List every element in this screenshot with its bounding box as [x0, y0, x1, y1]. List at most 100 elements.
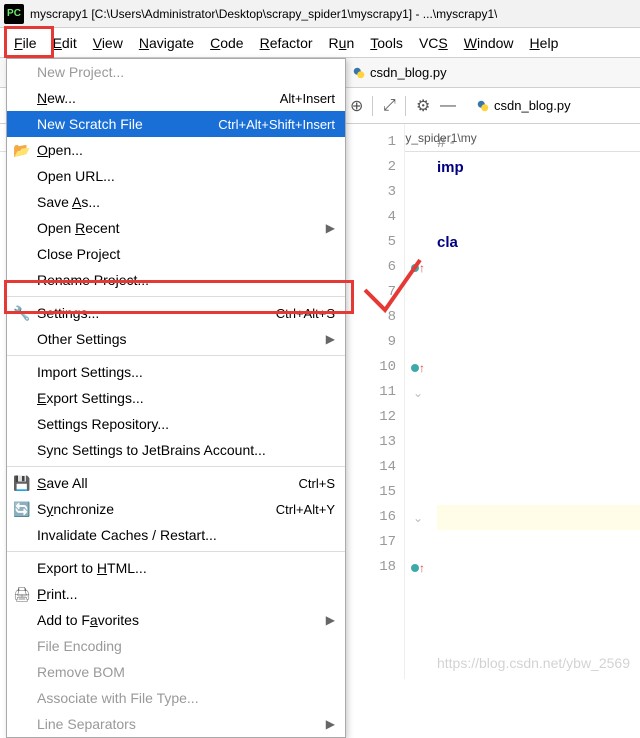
- menu-item-synchronize[interactable]: 🔄SynchronizeCtrl+Alt+Y: [7, 496, 345, 522]
- menu-run[interactable]: Run: [321, 31, 363, 55]
- gutter-icon-cell: ⌄: [405, 380, 431, 405]
- code-line: [437, 480, 640, 505]
- menu-item-icon: 📂: [13, 142, 29, 159]
- menu-item-rename-project[interactable]: Rename Project...: [7, 267, 345, 293]
- menu-item-add-to-favorites[interactable]: Add to Favorites ▶: [7, 607, 345, 633]
- menu-item-label: Close Project: [37, 246, 120, 262]
- line-number: 10: [345, 355, 396, 380]
- code-line: # -: [437, 130, 640, 155]
- pycharm-app-icon: PC: [4, 4, 24, 24]
- menu-item-file-encoding: File Encoding: [7, 633, 345, 659]
- menu-item-icon: 🔧: [13, 305, 29, 322]
- minimize-icon[interactable]: —: [434, 97, 458, 115]
- tab-csdn-blog[interactable]: csdn_blog.py: [344, 65, 455, 80]
- menu-item-open-url[interactable]: Open URL...: [7, 163, 345, 189]
- menu-item-label: Export to HTML...: [37, 560, 147, 576]
- menu-item-label: Add to Favorites: [37, 612, 139, 628]
- menu-code[interactable]: Code: [202, 31, 251, 55]
- line-number: 13: [345, 430, 396, 455]
- menu-shortcut: Alt+Insert: [280, 91, 335, 106]
- menu-item-label: Remove BOM: [37, 664, 125, 680]
- menu-item-label: Print...: [37, 586, 77, 602]
- menu-item-icon: 🔄: [13, 501, 29, 518]
- menu-refactor[interactable]: Refactor: [252, 31, 321, 55]
- line-number: 18: [345, 555, 396, 580]
- menu-item-new-scratch-file[interactable]: New Scratch File Ctrl+Alt+Shift+Insert: [7, 111, 345, 137]
- menu-item-sync-settings-to-jetbrains-account[interactable]: Sync Settings to JetBrains Account...: [7, 437, 345, 463]
- menu-help[interactable]: Help: [522, 31, 567, 55]
- watermark: https://blog.csdn.net/ybw_2569: [437, 655, 630, 671]
- gutter-icon-cell: [405, 130, 431, 155]
- gutter-icon-cell: [405, 230, 431, 255]
- menu-item-label: New...: [37, 90, 76, 106]
- gear-icon[interactable]: ⚙: [410, 96, 434, 116]
- menu-item-label: New Scratch File: [37, 116, 143, 132]
- line-number: 16: [345, 505, 396, 530]
- menu-edit[interactable]: Edit: [45, 31, 85, 55]
- fold-icon[interactable]: ⌄: [413, 386, 423, 400]
- line-number: 1: [345, 130, 396, 155]
- menu-item-invalidate-caches-restart[interactable]: Invalidate Caches / Restart...: [7, 522, 345, 548]
- gutter-icon-cell: [405, 430, 431, 455]
- menu-item-new-project: New Project...: [7, 59, 345, 85]
- menu-item-export-settings[interactable]: Export Settings...: [7, 385, 345, 411]
- menu-item-new[interactable]: New... Alt+Insert: [7, 85, 345, 111]
- python-file-icon: [476, 99, 490, 113]
- menu-item-other-settings[interactable]: Other Settings▶: [7, 326, 345, 352]
- menu-item-open[interactable]: 📂Open...: [7, 137, 345, 163]
- menu-item-open-recent[interactable]: Open Recent▶: [7, 215, 345, 241]
- window-title: myscrapy1 [C:\Users\Administrator\Deskto…: [30, 7, 497, 21]
- menu-vcs[interactable]: VCS: [411, 31, 456, 55]
- line-gutter: 123456789101112131415161718: [345, 124, 405, 679]
- menu-shortcut: Ctrl+Alt+Shift+Insert: [218, 117, 335, 132]
- menu-tools[interactable]: Tools: [362, 31, 411, 55]
- menu-item-label: Other Settings: [37, 331, 127, 347]
- gutter-icon-cell: [405, 180, 431, 205]
- code-line: [437, 555, 640, 580]
- editor-tab-right[interactable]: csdn_blog.py: [476, 98, 571, 113]
- menu-item-associate-with-file-type: Associate with File Type...: [7, 685, 345, 711]
- menu-item-label: Rename Project...: [37, 272, 149, 288]
- menu-item-label: Import Settings...: [37, 364, 143, 380]
- menu-file[interactable]: File: [6, 31, 45, 55]
- menu-item-save-all[interactable]: 💾Save AllCtrl+S: [7, 470, 345, 496]
- line-number: 2: [345, 155, 396, 180]
- code-line: [437, 205, 640, 230]
- gutter-icon-cell: ↑: [405, 255, 431, 280]
- fold-icon[interactable]: ⌄: [413, 511, 423, 525]
- line-number: 5: [345, 230, 396, 255]
- menu-item-label: Export Settings...: [37, 390, 144, 406]
- python-file-icon: [352, 66, 366, 80]
- gutter-icon-cell: [405, 155, 431, 180]
- line-number: 6: [345, 255, 396, 280]
- code-line: [437, 455, 640, 480]
- up-arrow-icon: ↑: [419, 261, 425, 275]
- code-view[interactable]: # -impcla: [431, 124, 640, 679]
- menu-item-label: Settings Repository...: [37, 416, 169, 432]
- gutter-icons: ↑↑⌄⌄↑: [405, 124, 431, 679]
- menu-item-save-as[interactable]: Save As...: [7, 189, 345, 215]
- menu-item-close-project[interactable]: Close Project: [7, 241, 345, 267]
- submenu-arrow-icon: ▶: [326, 613, 335, 627]
- gutter-icon-cell: [405, 205, 431, 230]
- menu-item-print[interactable]: 🖨 Print...: [7, 581, 345, 607]
- menu-item-label: Synchronize: [37, 501, 114, 517]
- menu-item-export-to-html[interactable]: Export to HTML...: [7, 555, 345, 581]
- menu-item-settings-repository[interactable]: Settings Repository...: [7, 411, 345, 437]
- menu-view[interactable]: View: [85, 31, 131, 55]
- menu-item-label: Save All: [37, 475, 88, 491]
- menu-item-icon: 🖨: [13, 586, 29, 603]
- title-bar: PC myscrapy1 [C:\Users\Administrator\Des…: [0, 0, 640, 28]
- gutter-icon-cell: ↑: [405, 555, 431, 580]
- menu-window[interactable]: Window: [456, 31, 522, 55]
- menu-item-label: Associate with File Type...: [37, 690, 199, 706]
- menu-item-import-settings[interactable]: Import Settings...: [7, 359, 345, 385]
- expand-icon[interactable]: ⤢: [377, 97, 401, 115]
- menu-item-settings[interactable]: 🔧Settings...Ctrl+Alt+S: [7, 300, 345, 326]
- menu-item-line-separators: Line Separators▶: [7, 711, 345, 737]
- gutter-icon-cell: [405, 330, 431, 355]
- menu-item-label: Save As...: [37, 194, 100, 210]
- menu-navigate[interactable]: Navigate: [131, 31, 202, 55]
- target-icon[interactable]: ⊕: [344, 96, 368, 116]
- editor-area: 123456789101112131415161718 ↑↑⌄⌄↑ # -imp…: [344, 124, 640, 679]
